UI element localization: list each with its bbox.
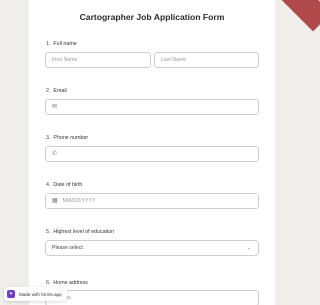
chevron-down-icon: ⌄ xyxy=(246,245,251,251)
badge-text: Made with forms.app xyxy=(19,291,62,297)
last-name-placeholder: Last Name xyxy=(161,57,187,63)
question-date-of-birth: 4. Date of birth xyxy=(46,182,82,188)
question-home-address: 6. Home address xyxy=(46,280,88,286)
address-input[interactable]: Address xyxy=(45,290,259,305)
mail-icon: ✉ xyxy=(52,104,58,110)
question-label: Date of birth xyxy=(53,182,83,188)
question-number: 4. xyxy=(46,182,51,188)
question-number: 5. xyxy=(46,229,51,235)
first-name-input[interactable]: First Name xyxy=(45,52,151,68)
forms-app-logo-icon: ✦ xyxy=(7,290,15,298)
last-name-input[interactable]: Last Name xyxy=(154,52,259,68)
question-number: 3. xyxy=(46,135,51,141)
calendar-icon: ▦ xyxy=(52,198,58,204)
question-label: Email xyxy=(53,88,67,94)
form-card: Cartographer Job Application Form 1. Full… xyxy=(29,0,275,305)
question-full-name: 1. Full name xyxy=(46,41,77,47)
question-label: Home address xyxy=(53,280,88,286)
email-input[interactable]: ✉ xyxy=(45,99,259,115)
phone-input[interactable]: ✆ xyxy=(45,146,259,162)
corner-ribbon xyxy=(270,0,320,32)
question-label: Phone number xyxy=(53,135,89,141)
question-number: 1. xyxy=(46,41,51,47)
made-with-badge[interactable]: ✦ Made with forms.app xyxy=(4,287,67,301)
education-selected-value: Please select xyxy=(52,245,83,251)
form-title: Cartographer Job Application Form xyxy=(79,12,225,22)
question-education: 5. Highest level of education xyxy=(46,229,114,235)
question-number: 6. xyxy=(46,280,51,286)
phone-icon: ✆ xyxy=(52,151,58,157)
question-email: 2. Email xyxy=(46,88,67,94)
question-label: Highest level of education xyxy=(53,229,115,235)
question-label: Full name xyxy=(53,41,77,47)
question-phone: 3. Phone number xyxy=(46,135,88,141)
first-name-placeholder: First Name xyxy=(52,57,78,63)
date-of-birth-input[interactable]: ▦ MM/DD/YYYY xyxy=(45,193,259,209)
education-select[interactable]: Please select ⌄ xyxy=(45,240,259,256)
question-number: 2. xyxy=(46,88,51,94)
date-placeholder: MM/DD/YYYY xyxy=(62,198,96,204)
